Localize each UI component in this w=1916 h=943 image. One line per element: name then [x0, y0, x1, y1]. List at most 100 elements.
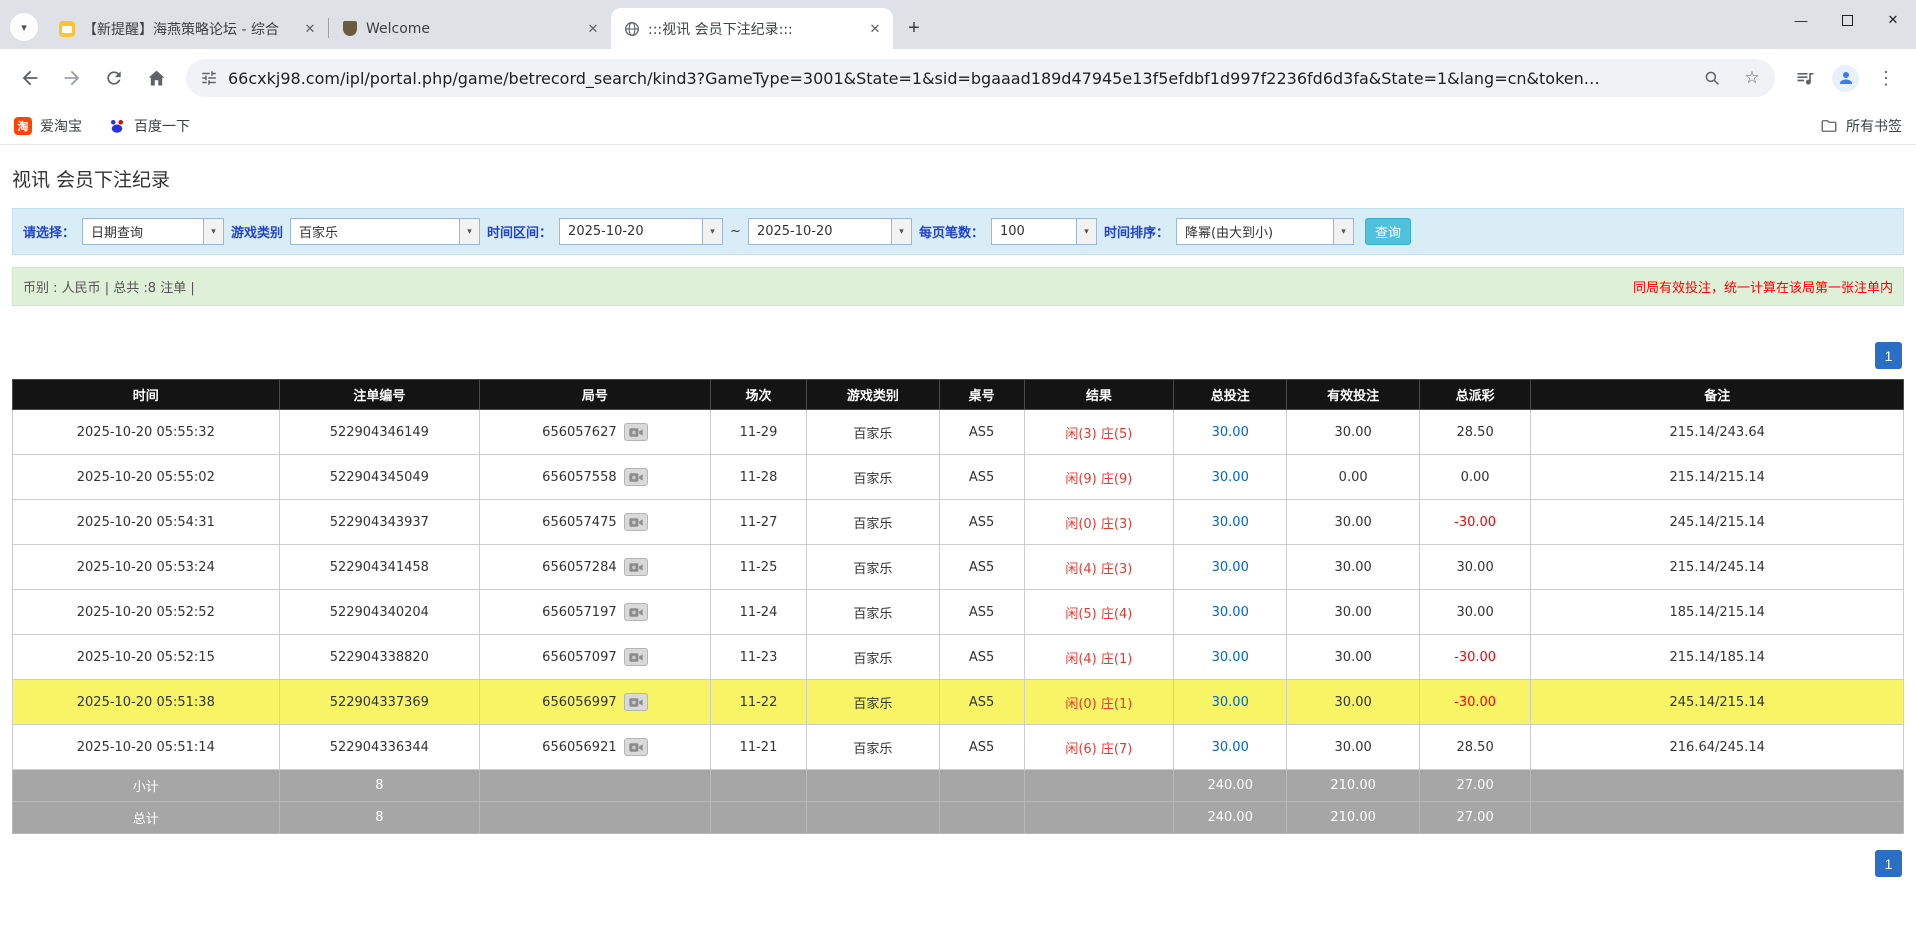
per-page-value: 100	[992, 219, 1076, 244]
tab-title: Welcome	[366, 21, 575, 37]
cell-bet-id: 522904336344	[279, 725, 479, 770]
video-replay-button[interactable]	[624, 513, 648, 531]
result-player: 闲(4)	[1065, 562, 1096, 577]
result-player: 闲(4)	[1065, 652, 1096, 667]
tab-welcome[interactable]: Welcome ✕	[329, 8, 611, 49]
video-replay-button[interactable]	[624, 423, 648, 441]
chevron-down-icon[interactable]: ▾	[891, 219, 911, 244]
table-row[interactable]: 2025-10-20 05:52:52 522904340204 6560571…	[13, 590, 1904, 635]
result-player: 闲(6)	[1065, 742, 1096, 757]
new-tab-button[interactable]: +	[899, 13, 929, 43]
cell-remark: 215.14/245.14	[1531, 545, 1904, 590]
browser-menu-button[interactable]: ⋮	[1866, 58, 1906, 98]
cell-time: 2025-10-20 05:54:31	[13, 500, 280, 545]
cell-round: 656057284	[480, 545, 711, 590]
close-window-button[interactable]: ✕	[1870, 0, 1916, 40]
header-remark: 备注	[1531, 380, 1904, 410]
video-replay-button[interactable]	[624, 603, 648, 621]
chevron-down-icon[interactable]: ▾	[702, 219, 722, 244]
result-banker: 庄(1)	[1101, 652, 1132, 667]
sort-select[interactable]: 降幂(由大到小) ▾	[1176, 218, 1354, 245]
url-bar[interactable]: 66cxkj98.com/ipl/portal.php/game/betreco…	[186, 59, 1775, 97]
navigation-bar: 66cxkj98.com/ipl/portal.php/game/betreco…	[0, 49, 1916, 107]
all-bookmarks-button[interactable]: 所有书签	[1820, 116, 1902, 136]
minimize-button[interactable]: —	[1778, 0, 1824, 40]
result-player: 闲(5)	[1065, 607, 1096, 622]
bookmark-star-button[interactable]: ☆	[1737, 63, 1767, 93]
cell-bet-id: 522904337369	[279, 680, 479, 725]
cell-table-no: AS5	[939, 500, 1024, 545]
cell-session: 11-29	[710, 410, 806, 455]
page-button[interactable]: 1	[1875, 342, 1902, 369]
table-row[interactable]: 2025-10-20 05:51:38 522904337369 6560569…	[13, 680, 1904, 725]
bookmark-taobao[interactable]: 淘 爱淘宝	[14, 116, 82, 136]
table-row[interactable]: 2025-10-20 05:54:31 522904343937 6560574…	[13, 500, 1904, 545]
date-to-select[interactable]: 2025-10-20 ▾	[748, 218, 912, 245]
video-replay-button[interactable]	[624, 558, 648, 576]
zoom-button[interactable]	[1697, 63, 1727, 93]
cell-total-bet[interactable]: 30.00	[1174, 545, 1287, 590]
bookmark-baidu[interactable]: 百度一下	[108, 116, 190, 136]
cell-result: 闲(9) 庄(9)	[1024, 455, 1173, 500]
table-row[interactable]: 2025-10-20 05:55:02 522904345049 6560575…	[13, 455, 1904, 500]
profile-avatar[interactable]	[1832, 65, 1859, 92]
forward-button[interactable]	[52, 58, 92, 98]
result-banker: 庄(7)	[1101, 742, 1132, 757]
date-from-select[interactable]: 2025-10-20 ▾	[559, 218, 723, 245]
home-button[interactable]	[136, 58, 176, 98]
media-playlist-icon	[1795, 68, 1815, 88]
table-row[interactable]: 2025-10-20 05:51:14 522904336344 6560569…	[13, 725, 1904, 770]
video-replay-button[interactable]	[624, 468, 648, 486]
close-tab-icon[interactable]: ✕	[300, 19, 320, 39]
refresh-icon	[104, 68, 124, 88]
back-button[interactable]	[10, 58, 50, 98]
shield-favicon-icon	[341, 20, 358, 37]
media-controls-button[interactable]	[1785, 58, 1825, 98]
game-type-select[interactable]: 百家乐 ▾	[290, 218, 480, 245]
page-content: 视讯 会员下注纪录 请选择： 日期查询 ▾ 游戏类别 百家乐 ▾ 时间区间： 2…	[0, 165, 1916, 877]
refresh-button[interactable]	[94, 58, 134, 98]
video-replay-button[interactable]	[624, 738, 648, 756]
maximize-button[interactable]	[1824, 0, 1870, 40]
search-button[interactable]: 查询	[1365, 218, 1411, 245]
cell-table-no: AS5	[939, 725, 1024, 770]
cell-total-bet[interactable]: 30.00	[1174, 410, 1287, 455]
cell-bet-id: 522904341458	[279, 545, 479, 590]
cell-result: 闲(0) 庄(1)	[1024, 680, 1173, 725]
video-replay-button[interactable]	[624, 693, 648, 711]
table-header-row: 时间 注单编号 局号 场次 游戏类别 桌号 结果 总投注 有效投注 总派彩 备注	[13, 380, 1904, 410]
cell-total-bet[interactable]: 30.00	[1174, 725, 1287, 770]
table-row[interactable]: 2025-10-20 05:52:15 522904338820 6560570…	[13, 635, 1904, 680]
cell-remark: 245.14/215.14	[1531, 500, 1904, 545]
site-settings-icon[interactable]	[200, 69, 218, 87]
cell-total-bet[interactable]: 30.00	[1174, 590, 1287, 635]
chevron-down-icon[interactable]: ▾	[1333, 219, 1353, 244]
per-page-select[interactable]: 100 ▾	[991, 218, 1097, 245]
cell-valid-bet: 30.00	[1287, 635, 1419, 680]
round-number: 656057627	[542, 425, 616, 440]
cell-result: 闲(5) 庄(4)	[1024, 590, 1173, 635]
tab-bet-records[interactable]: :::视讯 会员下注纪录::: ✕	[611, 8, 893, 49]
tab-forum[interactable]: 【新提醒】海燕策略论坛 - 综合 ✕	[46, 8, 328, 49]
tab-search-button[interactable]: ▾	[10, 13, 38, 41]
chevron-down-icon[interactable]: ▾	[1076, 219, 1096, 244]
video-replay-button[interactable]	[624, 648, 648, 666]
cell-payout: 28.50	[1419, 410, 1531, 455]
close-tab-icon[interactable]: ✕	[583, 19, 603, 39]
cell-valid-bet: 30.00	[1287, 680, 1419, 725]
cell-session: 11-25	[710, 545, 806, 590]
table-row[interactable]: 2025-10-20 05:53:24 522904341458 6560572…	[13, 545, 1904, 590]
cell-time: 2025-10-20 05:55:32	[13, 410, 280, 455]
table-row[interactable]: 2025-10-20 05:55:32 522904346149 6560576…	[13, 410, 1904, 455]
cell-total-bet[interactable]: 30.00	[1174, 635, 1287, 680]
close-tab-icon[interactable]: ✕	[865, 19, 885, 39]
result-banker: 庄(3)	[1101, 517, 1132, 532]
cell-total-bet[interactable]: 30.00	[1174, 680, 1287, 725]
cell-total-bet[interactable]: 30.00	[1174, 455, 1287, 500]
header-game-type: 游戏类别	[807, 380, 939, 410]
query-type-select[interactable]: 日期查询 ▾	[82, 218, 224, 245]
chevron-down-icon[interactable]: ▾	[203, 219, 223, 244]
cell-total-bet[interactable]: 30.00	[1174, 500, 1287, 545]
page-button[interactable]: 1	[1875, 850, 1902, 877]
chevron-down-icon[interactable]: ▾	[459, 219, 479, 244]
